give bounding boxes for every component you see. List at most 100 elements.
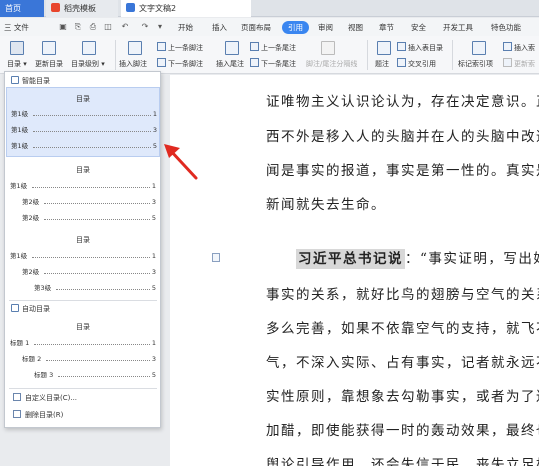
next-endnote-label: 下一条尾注 [261, 60, 296, 68]
toc-button-label: 目录 [7, 60, 21, 68]
insert-footnote-button[interactable]: 插入脚注 [119, 59, 147, 69]
pdf-icon[interactable]: ⎘ [73, 22, 83, 32]
auto-toc-icon [11, 304, 19, 312]
caption-icon[interactable] [377, 41, 391, 55]
toc-level-button[interactable]: 目录级别 ▾ [71, 59, 105, 69]
prev-footnote-icon [157, 42, 166, 51]
toc-preview-line: 第1级 1 [10, 252, 156, 260]
menu-references[interactable]: 引用 [282, 21, 309, 34]
prev-footnote-button[interactable]: 上一条脚注 [157, 42, 203, 53]
insert-index-button[interactable]: 插入索 [503, 42, 535, 53]
tab-template[interactable]: 稻壳模板 [46, 0, 118, 17]
cross-reference-button[interactable]: 交叉引用 [397, 58, 436, 69]
insert-endnote-icon[interactable] [225, 41, 239, 55]
quote-rest: ：“事实证明，写出好 [405, 251, 539, 267]
caption-button[interactable]: 题注 [375, 59, 389, 69]
title-bar: 首页 稻壳模板 文字文稿2 [0, 0, 539, 17]
toc-line-page: 1 [152, 110, 157, 118]
insert-index-icon [503, 42, 512, 51]
toc-style-option-auto[interactable]: 目录 标题 1 1 标题 2 3 标题 3 5 [6, 316, 160, 386]
menu-developer[interactable]: 开发工具 [443, 21, 473, 34]
toc-leader [44, 268, 150, 274]
toc-preview-line: 第1级 1 [11, 110, 157, 118]
menu-start[interactable]: 开始 [178, 21, 193, 34]
menu-review[interactable]: 审阅 [318, 21, 333, 34]
save-icon[interactable]: ▣ [58, 22, 68, 32]
footnote-separator-button: 脚注/尾注分隔线 [306, 60, 358, 68]
divider [9, 300, 157, 301]
insert-table-toc-button[interactable]: 插入表目录 [397, 42, 443, 53]
paragraph-marker-icon[interactable] [212, 253, 220, 262]
toc-leader [44, 198, 150, 204]
custom-toc-label: 自定义目录(C)... [25, 394, 78, 402]
cross-reference-label: 交叉引用 [408, 60, 436, 68]
toc-style-option-1[interactable]: 目录 第1级 1 第1级 3 第1级 5 [6, 87, 160, 157]
toc-button[interactable]: 目录 ▾ [7, 59, 27, 69]
toc-line-page: 3 [151, 355, 156, 363]
prev-endnote-icon [250, 42, 259, 51]
doc-line: 证唯物主义认识论认为，存在决定意识。正 [266, 94, 539, 110]
menu-chapter[interactable]: 章节 [379, 21, 394, 34]
update-toc-button[interactable]: 更新目录 [35, 59, 63, 69]
toc-line-page: 3 [152, 126, 157, 134]
toc-line-text: 第1级 [10, 182, 28, 190]
insert-endnote-button[interactable]: 插入尾注 [216, 59, 244, 69]
toc-line-text: 第2级 [22, 268, 40, 276]
next-footnote-button[interactable]: 下一条脚注 [157, 58, 203, 69]
next-endnote-icon [250, 58, 259, 67]
menu-layout[interactable]: 页面布局 [241, 21, 271, 34]
update-index-label: 更新索 [514, 60, 535, 68]
menu-view[interactable]: 视图 [348, 21, 363, 34]
docer-icon [51, 3, 60, 12]
more-icon[interactable]: ▾ [155, 22, 165, 32]
insert-table-toc-label: 插入表目录 [408, 44, 443, 52]
toc-line-text: 第1级 [11, 110, 29, 118]
doc-line: 多么完善，如果不依靠空气的支持，就飞不 [266, 321, 539, 337]
ribbon-divider [452, 40, 453, 70]
toc-leader [56, 284, 150, 290]
toc-line-text: 第1级 [10, 252, 28, 260]
tab-home-label: 首页 [5, 4, 21, 13]
toc-line-text: 标题 1 [10, 339, 30, 347]
toc-leader [44, 214, 150, 220]
next-endnote-button[interactable]: 下一条尾注 [250, 58, 296, 69]
toc-style-option-2[interactable]: 目录 第1级 1 第2级 3 第2级 5 [6, 160, 160, 226]
delete-toc-item[interactable]: 删除目录(R) [13, 410, 63, 420]
doc-line: 实性原则，靠想象去勾勒事实，或者为了达 [266, 389, 539, 405]
toc-line-text: 第2级 [22, 198, 40, 206]
tab-document-label: 文字文稿2 [139, 4, 177, 13]
menu-security[interactable]: 安全 [411, 21, 426, 34]
toc-preview-line: 第1级 5 [11, 142, 157, 150]
menu-file[interactable]: 三 文件 [4, 21, 29, 34]
footnote-separator-icon [321, 41, 335, 55]
tab-document[interactable]: 文字文稿2 [121, 0, 251, 17]
redo-icon[interactable]: ↷ [140, 22, 150, 32]
prev-endnote-button[interactable]: 上一条尾注 [250, 42, 296, 53]
toc-style-option-3[interactable]: 目录 第1级 1 第2级 3 第3级 5 [6, 230, 160, 296]
toc-icon[interactable] [10, 41, 24, 55]
menu-features[interactable]: 特色功能 [491, 21, 521, 34]
menu-insert[interactable]: 插入 [212, 21, 227, 34]
toc-leader [32, 182, 150, 188]
next-footnote-label: 下一条脚注 [168, 60, 203, 68]
custom-toc-item[interactable]: 自定义目录(C)... [13, 393, 77, 403]
undo-icon[interactable]: ↶ [120, 22, 130, 32]
toc-preview-line: 第1级 1 [10, 182, 156, 190]
tab-home[interactable]: 首页 [0, 0, 44, 17]
preview-icon[interactable]: ◫ [103, 22, 113, 32]
toc-leader [33, 126, 151, 132]
toc-leader [58, 371, 150, 377]
insert-footnote-icon[interactable] [128, 41, 142, 55]
smart-toc-label: 智能目录 [22, 77, 50, 85]
toc-line-page: 1 [151, 339, 156, 347]
toc-level-label: 目录级别 [71, 60, 99, 68]
update-index-button: 更新索 [503, 58, 535, 69]
toc-dropdown: 智能目录 目录 第1级 1 第1级 3 第1级 5 目录 第1级 1 第2级 3 第2级 5… [4, 71, 161, 428]
doc-line: 新闻就失去生命。 [266, 197, 386, 213]
update-toc-icon[interactable] [42, 41, 56, 55]
mark-index-icon[interactable] [472, 41, 486, 55]
toc-line-page: 5 [151, 371, 156, 379]
print-icon[interactable]: ⎙ [88, 22, 98, 32]
toc-level-icon[interactable] [82, 41, 96, 55]
mark-index-button[interactable]: 标记索引项 [458, 59, 493, 69]
